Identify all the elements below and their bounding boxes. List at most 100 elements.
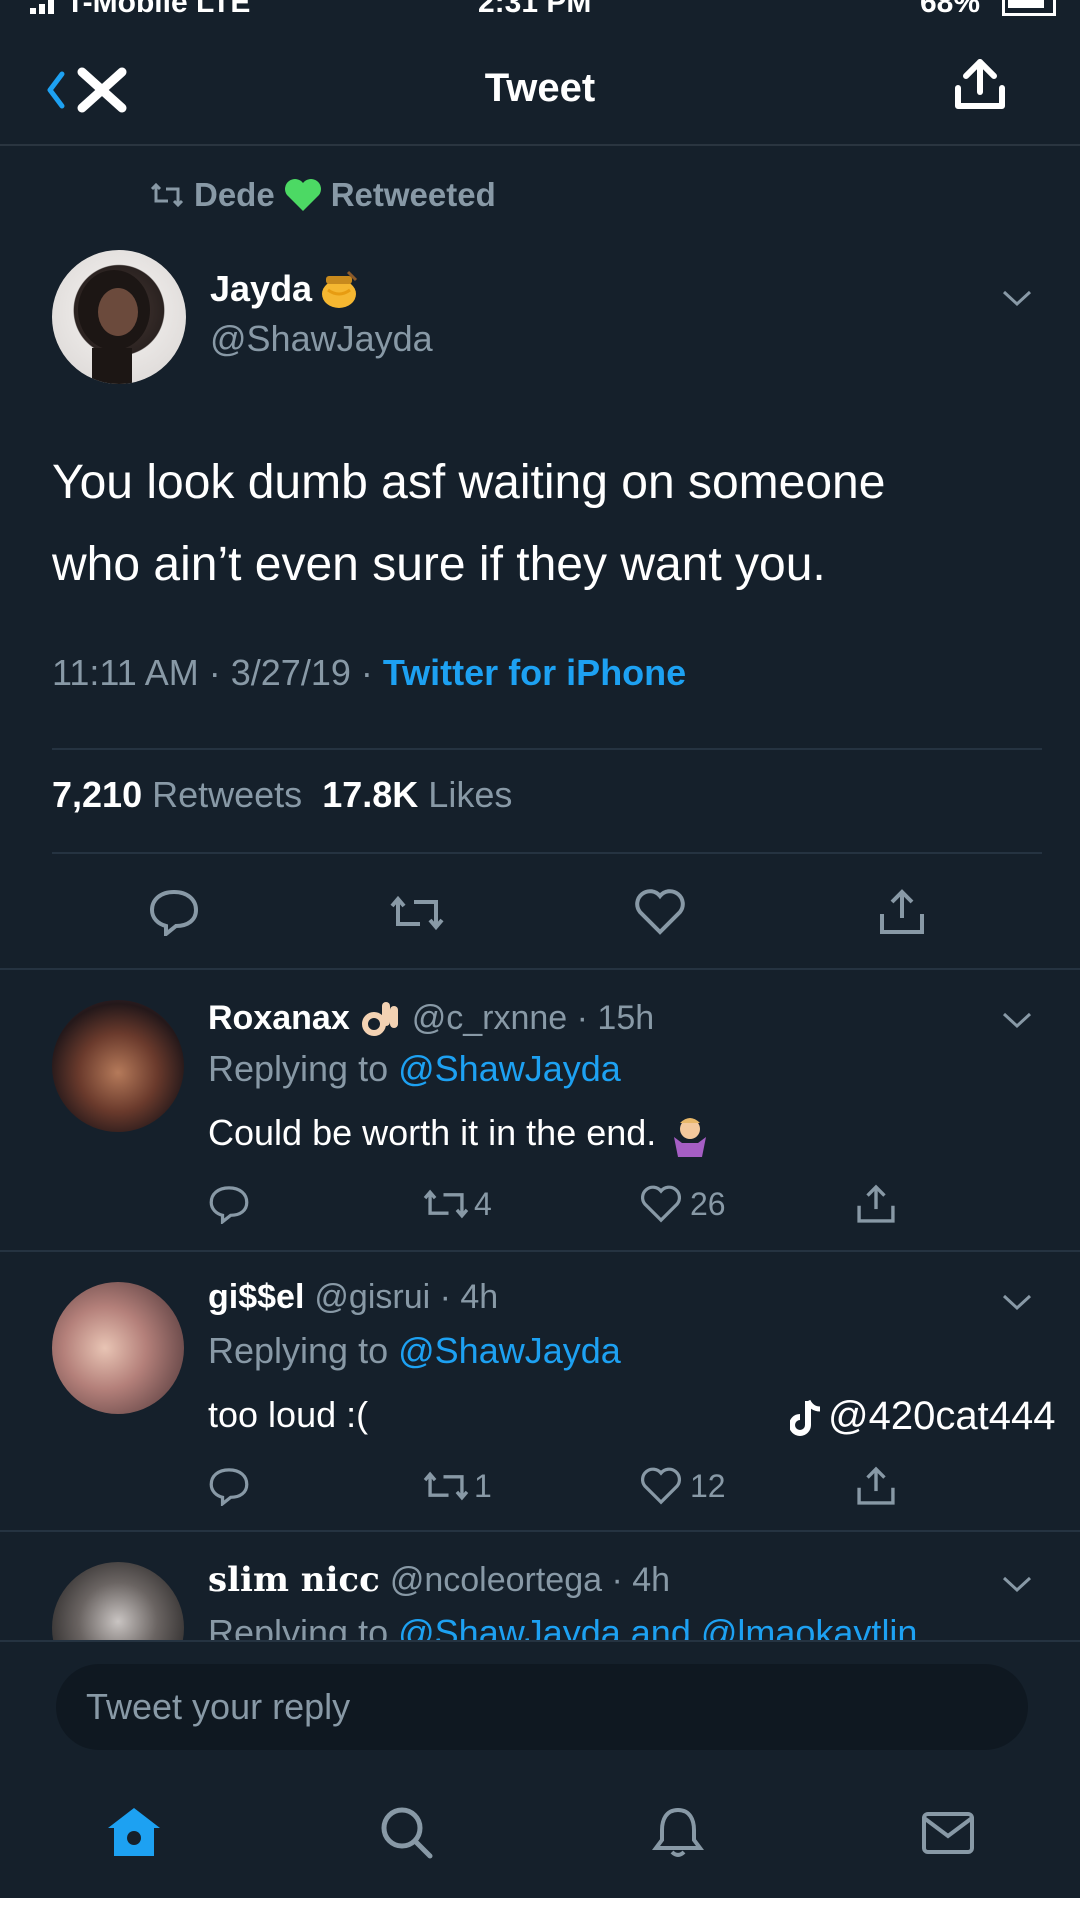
divider bbox=[0, 1250, 1080, 1252]
replying-to: Replying to @ShawJayda bbox=[208, 1048, 621, 1090]
replying-to-link[interactable]: @ShawJayda bbox=[398, 1330, 621, 1371]
retweets-count[interactable]: 7,210 bbox=[52, 774, 142, 815]
retweeted-label: Retweeted bbox=[330, 176, 496, 213]
reply-icon bbox=[209, 1186, 249, 1226]
like-button[interactable] bbox=[634, 888, 686, 941]
heart-icon bbox=[640, 1467, 682, 1505]
ok-hand-icon bbox=[361, 1002, 398, 1036]
retweet-icon bbox=[150, 182, 184, 208]
reply-author-row: slim nicc @ncoleortega · 4h bbox=[208, 1560, 670, 1600]
reply-text: too loud :( bbox=[208, 1394, 369, 1435]
battery-percent: 68% bbox=[920, 0, 981, 19]
like-button[interactable] bbox=[640, 1184, 682, 1229]
reply-author-name: Roxanax bbox=[208, 998, 350, 1037]
chevron-down-icon bbox=[1002, 1576, 1032, 1593]
header: Tweet bbox=[0, 22, 1080, 146]
replying-to-prefix: Replying to bbox=[208, 1330, 399, 1371]
bell-icon bbox=[652, 1807, 704, 1857]
divider bbox=[0, 1530, 1080, 1532]
divider bbox=[0, 968, 1080, 970]
reply-author-name: slim nicc bbox=[208, 1560, 380, 1600]
divider bbox=[52, 748, 1042, 750]
reply-menu-button[interactable] bbox=[1000, 1572, 1034, 1601]
reply-icon bbox=[209, 1468, 249, 1508]
tab-messages[interactable] bbox=[918, 1804, 978, 1865]
reply-author-meta: @ncoleortega · 4h bbox=[389, 1560, 671, 1599]
tweet-text: You look dumb asf waiting on someone who… bbox=[52, 442, 1042, 606]
reply-button[interactable] bbox=[148, 888, 200, 941]
tweet-menu-button[interactable] bbox=[1000, 286, 1034, 315]
share-icon bbox=[955, 59, 1005, 109]
author-name-row[interactable]: Jayda bbox=[210, 268, 360, 310]
reply-author-name: gi$$el bbox=[208, 1278, 305, 1316]
reply-button[interactable] bbox=[208, 1184, 250, 1229]
page-title: Tweet bbox=[484, 66, 596, 110]
replying-to: Replying to @ShawJayda bbox=[208, 1330, 621, 1372]
reply-icon bbox=[149, 889, 199, 939]
shrug-emoji-icon bbox=[674, 1118, 707, 1158]
retweet-button[interactable] bbox=[420, 1186, 472, 1227]
tiktok-watermark: @420cat444 bbox=[790, 1394, 1055, 1439]
tab-search[interactable] bbox=[378, 1804, 434, 1865]
share-button[interactable] bbox=[854, 1182, 898, 1231]
like-button[interactable] bbox=[640, 1466, 682, 1511]
reply-author-row: Roxanax @c_rxnne · 15h bbox=[208, 996, 654, 1040]
tab-notifications[interactable] bbox=[650, 1804, 706, 1865]
reply-menu-button[interactable] bbox=[1000, 1008, 1034, 1037]
signal-icon bbox=[30, 0, 57, 14]
like-count: 12 bbox=[690, 1468, 726, 1504]
retweet-icon bbox=[423, 1471, 469, 1501]
tweet-detail-screen: T-Mobile LTE 2:31 PM 68% Tweet Dede Retw… bbox=[0, 0, 1080, 1898]
retweeter-name: Dede bbox=[194, 176, 275, 213]
chevron-down-icon bbox=[1002, 290, 1032, 307]
reply-text: Could be worth it in the end. bbox=[208, 1112, 657, 1153]
reply-author-row: gi$$el @gisrui · 4h bbox=[208, 1278, 498, 1317]
reply-text-row: Could be worth it in the end. bbox=[208, 1112, 714, 1158]
author-name: Jayda bbox=[210, 268, 313, 309]
retweet-count: 1 bbox=[474, 1468, 492, 1504]
author-handle: @ShawJayda bbox=[210, 318, 433, 359]
retweet-icon bbox=[423, 1189, 469, 1219]
tweet-meta: 11:11 AM · 3/27/19 · Twitter for iPhone bbox=[52, 652, 686, 694]
reply-input[interactable]: Tweet your reply bbox=[56, 1664, 1028, 1750]
mail-icon bbox=[922, 1812, 974, 1854]
share-icon bbox=[857, 1184, 895, 1223]
status-bar: T-Mobile LTE 2:31 PM 68% bbox=[0, 0, 1080, 22]
tab-home[interactable] bbox=[104, 1804, 164, 1865]
likes-count[interactable]: 17.8K bbox=[322, 774, 418, 815]
chevron-down-icon bbox=[1002, 1294, 1032, 1311]
battery-icon bbox=[1002, 0, 1056, 16]
search-icon bbox=[381, 1807, 433, 1859]
tweet-text-line: You look dumb asf waiting on someone bbox=[52, 456, 886, 509]
heart-icon bbox=[640, 1185, 682, 1223]
retweet-icon bbox=[390, 895, 444, 931]
share-icon bbox=[880, 889, 924, 934]
avatar[interactable] bbox=[52, 250, 186, 384]
avatar[interactable] bbox=[52, 1282, 184, 1414]
replying-to-link[interactable]: @ShawJayda bbox=[398, 1048, 621, 1089]
home-icon bbox=[108, 1808, 160, 1856]
tweet-stats: 7,210 Retweets 17.8K Likes bbox=[52, 774, 512, 816]
tiktok-icon bbox=[790, 1399, 821, 1436]
retweet-button[interactable] bbox=[420, 1468, 472, 1509]
bottom-tab-bar bbox=[0, 1770, 1080, 1898]
retweet-button[interactable] bbox=[386, 892, 448, 939]
retweeted-by[interactable]: Dede Retweeted bbox=[148, 176, 496, 214]
heart-icon bbox=[635, 889, 685, 935]
retweets-label[interactable]: Retweets bbox=[152, 774, 302, 815]
tweet-source-link[interactable]: Twitter for iPhone bbox=[383, 652, 686, 693]
author-photo bbox=[78, 270, 150, 384]
avatar[interactable] bbox=[52, 1000, 184, 1132]
like-count: 26 bbox=[690, 1186, 726, 1222]
share-button[interactable] bbox=[950, 54, 1010, 119]
reply-button[interactable] bbox=[208, 1466, 250, 1511]
share-button[interactable] bbox=[876, 886, 928, 943]
likes-label[interactable]: Likes bbox=[428, 774, 512, 815]
share-button[interactable] bbox=[854, 1464, 898, 1513]
retweet-count: 4 bbox=[474, 1186, 492, 1222]
reply-menu-button[interactable] bbox=[1000, 1290, 1034, 1319]
chevron-down-icon bbox=[1002, 1012, 1032, 1029]
tweet-timestamp: 11:11 AM · 3/27/19 · bbox=[52, 652, 383, 693]
status-time: 2:31 PM bbox=[478, 0, 592, 19]
reply-author-meta: @c_rxnne · 15h bbox=[411, 998, 655, 1037]
